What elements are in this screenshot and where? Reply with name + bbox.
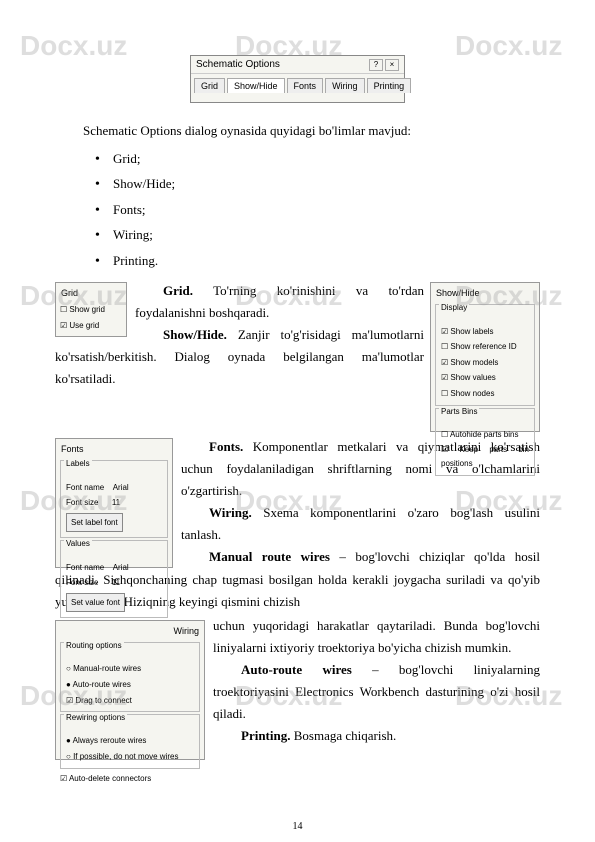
fonts-panel-image: Fonts Labels Font name Arial Font size 1… bbox=[55, 438, 173, 568]
checkbox-item: ☐ Autohide parts bins bbox=[439, 427, 531, 443]
panel-title: Fonts bbox=[58, 441, 170, 458]
wiring-panel-image: Wiring Routing options ○ Manual-route wi… bbox=[55, 620, 205, 760]
page-number: 14 bbox=[0, 821, 595, 832]
schematic-options-dialog-image: Schematic Options ? × Grid Show/Hide Fon… bbox=[190, 55, 405, 103]
intro-text: Schematic Options dialog oynasida quyida… bbox=[55, 121, 540, 141]
list-item: Wiring; bbox=[113, 225, 540, 245]
group-label: Parts Bins bbox=[439, 407, 479, 416]
checkbox-item: ☐ Show reference ID bbox=[439, 339, 531, 355]
checkbox-item: ☑ Use grid bbox=[58, 318, 124, 334]
checkbox-item: ☐ Show grid bbox=[58, 302, 124, 318]
help-icon: ? bbox=[369, 59, 383, 71]
document-page: Schematic Options ? × Grid Show/Hide Fon… bbox=[0, 0, 595, 780]
group-label: Values bbox=[64, 539, 92, 548]
tab-wiring: Wiring bbox=[325, 78, 365, 93]
panel-title: Grid bbox=[58, 285, 124, 302]
radio-item: ○ Manual-route wires bbox=[64, 661, 196, 677]
radio-item: ○ If possible, do not move wires bbox=[64, 749, 196, 765]
section-title: Show/Hide. bbox=[163, 327, 227, 342]
section-title: Manual route wires bbox=[209, 549, 330, 564]
body-section: Grid ☐ Show grid ☑ Use grid Show/Hide Di… bbox=[55, 280, 540, 390]
tab-fonts: Fonts bbox=[287, 78, 324, 93]
tab-grid: Grid bbox=[194, 78, 225, 93]
tab-printing: Printing bbox=[367, 78, 412, 93]
radio-item: ● Auto-route wires bbox=[64, 677, 196, 693]
section-title: Fonts. bbox=[209, 439, 243, 454]
checkbox-item: ☑ Keep parts bin positions bbox=[439, 442, 531, 471]
list-item: Fonts; bbox=[113, 200, 540, 220]
section-title: Printing. bbox=[241, 728, 290, 743]
body-section: Wiring Routing options ○ Manual-route wi… bbox=[55, 615, 540, 748]
checkbox-item: ☑ Auto-delete connectors bbox=[58, 771, 202, 787]
group-label: Display bbox=[439, 303, 469, 312]
list-item: Printing. bbox=[113, 251, 540, 271]
showhide-panel-image: Show/Hide Display ☑ Show labels ☐ Show r… bbox=[430, 282, 540, 432]
section-text: Bosmaga chiqarish. bbox=[294, 728, 397, 743]
checkbox-item: ☑ Show values bbox=[439, 370, 531, 386]
set-label-font-button: Set label font bbox=[66, 513, 123, 533]
group-label: Routing options bbox=[64, 641, 124, 650]
panel-title: Show/Hide bbox=[433, 285, 537, 302]
set-value-font-button: Set value font bbox=[66, 593, 125, 613]
section-title: Wiring. bbox=[209, 505, 252, 520]
panel-title: Wiring bbox=[58, 623, 202, 640]
checkbox-item: ☐ Show nodes bbox=[439, 386, 531, 402]
checkbox-item: ☑ Show labels bbox=[439, 324, 531, 340]
section-title: Auto-route wires bbox=[241, 662, 352, 677]
tab-showhide: Show/Hide bbox=[227, 78, 285, 93]
checkbox-item: ☑ Show models bbox=[439, 355, 531, 371]
checkbox-item: ☑ Drag to connect bbox=[64, 693, 196, 709]
bullet-list: Grid; Show/Hide; Fonts; Wiring; Printing… bbox=[55, 149, 540, 271]
radio-item: ● Always reroute wires bbox=[64, 733, 196, 749]
close-icon: × bbox=[385, 59, 399, 71]
grid-panel-image: Grid ☐ Show grid ☑ Use grid bbox=[55, 282, 127, 337]
section-title: Grid. bbox=[163, 283, 193, 298]
dialog-title: Schematic Options bbox=[196, 59, 280, 70]
list-item: Show/Hide; bbox=[113, 174, 540, 194]
group-label: Rewiring options bbox=[64, 713, 127, 722]
list-item: Grid; bbox=[113, 149, 540, 169]
group-label: Labels bbox=[64, 459, 92, 468]
